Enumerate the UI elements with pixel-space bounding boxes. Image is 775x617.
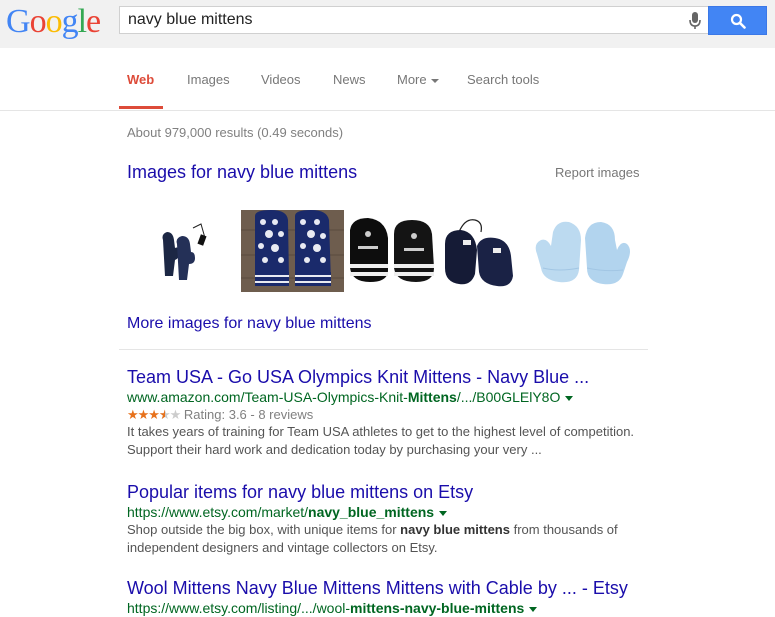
result-title-link[interactable]: Wool Mittens Navy Blue Mittens Mittens w…: [127, 577, 647, 599]
logo-letter: e: [86, 3, 101, 40]
url-text: https://www.etsy.com/listing/.../wool-: [127, 600, 351, 616]
search-tabs: Web Images Videos News More Search tools: [0, 48, 775, 111]
result-snippet: It takes years of training for Team USA …: [127, 423, 647, 459]
google-logo[interactable]: Google: [6, 3, 101, 41]
tab-news[interactable]: News: [333, 72, 366, 87]
logo-letter: o: [29, 3, 47, 40]
section-divider: [119, 349, 648, 350]
chevron-down-icon[interactable]: [529, 606, 538, 612]
rating-text: Rating: 3.6 - 8 reviews: [183, 407, 314, 422]
rating-stars-icon: ★★★★ ★ ★: [127, 407, 181, 422]
tab-web[interactable]: Web: [127, 72, 154, 87]
result-url: www.amazon.com/Team-USA-Olympics-Knit-Mi…: [127, 388, 647, 406]
logo-letter: o: [45, 3, 63, 40]
chevron-down-icon[interactable]: [565, 395, 574, 401]
search-button[interactable]: [708, 6, 767, 35]
search-input[interactable]: [128, 10, 668, 30]
microphone-icon[interactable]: [688, 11, 702, 31]
result-url: https://www.etsy.com/market/navy_blue_mi…: [127, 503, 647, 521]
image-thumbnail[interactable]: [441, 210, 517, 292]
mitten-image: [241, 210, 344, 292]
tab-more[interactable]: More: [397, 72, 439, 87]
search-result: Popular items for navy blue mittens on E…: [127, 481, 647, 557]
magnifier-icon: [730, 13, 746, 29]
logo-letter: G: [6, 3, 31, 40]
image-thumbnail[interactable]: [529, 210, 638, 292]
chevron-down-icon[interactable]: [439, 510, 448, 516]
result-stats: About 979,000 results (0.49 seconds): [127, 125, 344, 140]
snippet-highlight: navy blue mittens: [400, 522, 510, 537]
result-url: https://www.etsy.com/listing/.../wool-mi…: [127, 599, 647, 617]
result-title-link[interactable]: Popular items for navy blue mittens on E…: [127, 481, 647, 503]
result-snippet: Shop outside the big box, with unique it…: [127, 521, 647, 557]
snippet-line: It takes years of training for Team USA …: [127, 424, 635, 439]
image-thumbnail[interactable]: [241, 210, 344, 292]
report-images-link[interactable]: Report images: [555, 165, 640, 180]
url-highlight: navy_blue_mittens: [308, 504, 435, 520]
mitten-image: [445, 219, 513, 287]
snippet-line: independent designers and vintage collec…: [127, 540, 438, 555]
search-box: [119, 6, 708, 34]
image-thumbnail[interactable]: [346, 210, 440, 292]
chevron-down-icon: [430, 78, 439, 83]
logo-letter: l: [77, 3, 88, 40]
tab-more-label: More: [397, 72, 427, 87]
images-heading-link[interactable]: Images for navy blue mittens: [127, 162, 357, 183]
tab-search-tools[interactable]: Search tools: [467, 72, 539, 87]
url-highlight: mittens-navy-blue-mittens: [350, 600, 525, 616]
mitten-image: [535, 221, 630, 285]
result-title-link[interactable]: Team USA - Go USA Olympics Knit Mittens …: [127, 366, 647, 388]
mitten-image: [162, 223, 207, 280]
mitten-image: [350, 218, 434, 282]
image-thumbnail[interactable]: [127, 210, 236, 292]
search-result: Team USA - Go USA Olympics Knit Mittens …: [127, 366, 647, 459]
tab-videos[interactable]: Videos: [261, 72, 301, 87]
url-text: /.../B00GLElY8O: [456, 389, 561, 405]
header-bar: Google: [0, 0, 775, 48]
snippet-text: from thousands of: [509, 522, 618, 537]
snippet-text: Shop outside the big box, with unique it…: [127, 522, 401, 537]
url-text: https://www.etsy.com/market/: [127, 504, 309, 520]
logo-letter: g: [61, 3, 79, 40]
url-highlight: Mittens: [407, 389, 457, 405]
more-images-link[interactable]: More images for navy blue mittens: [127, 315, 372, 333]
tab-images[interactable]: Images: [187, 72, 230, 87]
url-text: www.amazon.com/Team-USA-Olympics-Knit-: [127, 389, 408, 405]
search-result: Wool Mittens Navy Blue Mittens Mittens w…: [127, 577, 647, 617]
snippet-line: Support their hard work and dedication t…: [127, 442, 542, 457]
active-tab-indicator: [119, 106, 163, 109]
result-rating: ★★★★ ★ ★ Rating: 3.6 - 8 reviews: [127, 406, 647, 423]
